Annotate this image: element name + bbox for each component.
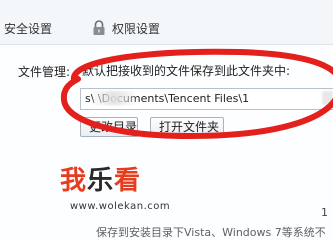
lock-icon — [93, 20, 105, 35]
watermark-char-2: 乐 — [87, 166, 115, 196]
tab-permission-settings[interactable]: 权限设置 — [112, 22, 160, 36]
side-text-fragment: 1 — [321, 206, 328, 219]
watermark-logo: 我乐看 — [60, 166, 141, 196]
watermark-char-3: 看 — [114, 166, 142, 196]
watermark-url: www.wolekan.com — [70, 201, 171, 212]
settings-tab-bar: 安全设置 权限设置 — [0, 0, 333, 45]
redacted-path-segment — [93, 91, 135, 105]
change-directory-button[interactable]: 更改目录 — [80, 117, 138, 137]
bottom-hint-text: 保存到安装目录下Vista、Windows 7等系统不 — [96, 226, 326, 239]
redacted-path-tail — [322, 91, 333, 105]
watermark-char-1: 我 — [60, 166, 88, 196]
save-location-description: 默认把接收到的文件保存到此文件夹中: — [82, 64, 291, 78]
open-folder-button[interactable]: 打开文件夹 — [150, 117, 224, 137]
file-management-label: 文件管理: — [18, 65, 71, 79]
tab-security-settings[interactable]: 安全设置 — [4, 22, 52, 36]
